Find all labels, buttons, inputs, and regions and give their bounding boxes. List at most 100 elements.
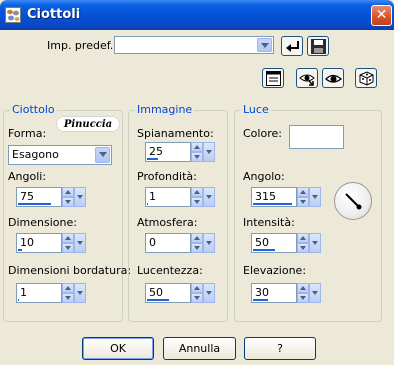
- angle-dial-needle-icon: [345, 193, 362, 210]
- intensita-slider-fill: [253, 249, 275, 251]
- spin-down-icon: [191, 243, 203, 253]
- spin-up-icon: [191, 142, 203, 152]
- atmosfera-label: Atmosfera:: [137, 216, 198, 229]
- colore-swatch[interactable]: [289, 125, 344, 149]
- spin-down-icon: [62, 243, 74, 253]
- intensita-label: Intensità:: [243, 216, 295, 229]
- lucentezza-slider-fill: [147, 299, 169, 301]
- intensita-updown[interactable]: [297, 233, 309, 253]
- atmosfera-input[interactable]: 0: [145, 233, 191, 253]
- forma-value: Esagono: [12, 148, 59, 161]
- atmosfera-updown[interactable]: [191, 233, 203, 253]
- angoli-label: Angoli:: [8, 170, 47, 183]
- elevazione-slider-fill: [253, 299, 268, 301]
- preset-label: Imp. predef.:: [47, 39, 117, 52]
- angoli-dropdown-button[interactable]: [74, 187, 86, 207]
- form-button[interactable]: [262, 68, 284, 88]
- run-button[interactable]: [281, 36, 303, 56]
- eye-button[interactable]: [322, 68, 344, 88]
- intensita-input[interactable]: 50: [251, 233, 297, 253]
- chevron-down-icon: [257, 38, 272, 52]
- luce-group-title: Luce: [241, 103, 271, 116]
- ok-button[interactable]: OK: [82, 337, 154, 360]
- spianamento-spinbox[interactable]: 25: [145, 142, 215, 162]
- randomize-button[interactable]: [355, 68, 377, 88]
- immagine-group-title: Immagine: [135, 103, 195, 116]
- dialog-form-icon: [266, 71, 281, 86]
- window-title: Ciottoli: [27, 7, 81, 22]
- colore-label: Colore:: [243, 127, 282, 140]
- profondita-dropdown-button[interactable]: [203, 187, 215, 207]
- lucentezza-updown[interactable]: [191, 283, 203, 303]
- profondita-updown[interactable]: [191, 187, 203, 207]
- dimensione-slider-fill: [18, 249, 23, 251]
- elevazione-label: Elevazione:: [243, 264, 307, 277]
- angoli-updown[interactable]: [62, 187, 74, 207]
- elevazione-spinbox[interactable]: 30: [251, 283, 321, 303]
- lucentezza-spinbox[interactable]: 50: [145, 283, 215, 303]
- dimensione-dropdown-button[interactable]: [74, 233, 86, 253]
- bordatura-slider-fill: [18, 299, 19, 301]
- pebbles-app-icon: [5, 7, 21, 23]
- elevazione-updown[interactable]: [297, 283, 309, 303]
- angolo-slider-fill: [253, 203, 292, 205]
- lucentezza-input[interactable]: 50: [145, 283, 191, 303]
- spin-up-icon: [297, 283, 309, 293]
- dimensione-updown[interactable]: [62, 233, 74, 253]
- lucentezza-label: Lucentezza:: [137, 264, 203, 277]
- spin-up-icon: [191, 187, 203, 197]
- angoli-input[interactable]: 75: [16, 187, 62, 207]
- preset-select[interactable]: [114, 36, 274, 54]
- ciottolo-group-title: Ciottolo: [10, 103, 57, 116]
- forma-select[interactable]: Esagono: [8, 145, 112, 165]
- dimensione-label: Dimensione:: [8, 216, 77, 229]
- angoli-spinbox[interactable]: 75: [16, 187, 86, 207]
- intensita-dropdown-button[interactable]: [309, 233, 321, 253]
- spin-up-icon: [191, 283, 203, 293]
- spin-up-icon: [62, 187, 74, 197]
- angolo-dropdown-button[interactable]: [309, 187, 321, 207]
- eye-icon: [325, 74, 342, 83]
- angolo-spinbox[interactable]: 315: [251, 187, 321, 207]
- spin-up-icon: [297, 233, 309, 243]
- atmosfera-dropdown-button[interactable]: [203, 233, 215, 253]
- eye-arrow-icon: [299, 74, 315, 86]
- bordatura-label: Dimensioni bordatura:: [8, 264, 132, 277]
- lucentezza-dropdown-button[interactable]: [203, 283, 215, 303]
- angolo-input[interactable]: 315: [251, 187, 297, 207]
- forma-label: Forma:: [8, 127, 47, 140]
- elevazione-dropdown-button[interactable]: [309, 283, 321, 303]
- spianamento-slider-fill: [147, 158, 158, 160]
- pinuccia-watermark: Pinuccia: [56, 116, 120, 132]
- atmosfera-spinbox[interactable]: 0: [145, 233, 215, 253]
- spin-up-icon: [62, 283, 74, 293]
- spin-down-icon: [191, 152, 203, 162]
- ciottoli-dialog: Ciottoli ✕ Imp. predef.: Ciottolo Pinucc…: [0, 0, 394, 365]
- profondita-slider-fill: [147, 203, 148, 205]
- close-icon: ✕: [375, 7, 388, 23]
- bordatura-dropdown-button[interactable]: [74, 283, 86, 303]
- profondita-spinbox[interactable]: 1: [145, 187, 215, 207]
- angolo-updown[interactable]: [297, 187, 309, 207]
- spianamento-updown[interactable]: [191, 142, 203, 162]
- bordatura-input[interactable]: 1: [16, 283, 62, 303]
- angle-dial[interactable]: [334, 182, 372, 220]
- eye-arrow-button[interactable]: [296, 68, 318, 88]
- dimensione-input[interactable]: 10: [16, 233, 62, 253]
- spin-down-icon: [297, 197, 309, 207]
- title-bar[interactable]: Ciottoli ✕: [0, 0, 394, 30]
- elevazione-input[interactable]: 30: [251, 283, 297, 303]
- bordatura-updown[interactable]: [62, 283, 74, 303]
- help-button[interactable]: ?: [244, 337, 316, 360]
- profondita-input[interactable]: 1: [145, 187, 191, 207]
- annulla-button[interactable]: Annulla: [163, 337, 236, 360]
- dimensione-spinbox[interactable]: 10: [16, 233, 86, 253]
- spin-down-icon: [297, 243, 309, 253]
- spianamento-input[interactable]: 25: [145, 142, 191, 162]
- spianamento-dropdown-button[interactable]: [203, 142, 215, 162]
- spin-down-icon: [297, 293, 309, 303]
- save-preset-button[interactable]: [307, 36, 329, 56]
- close-button[interactable]: ✕: [371, 5, 392, 26]
- bordatura-spinbox[interactable]: 1: [16, 283, 86, 303]
- intensita-spinbox[interactable]: 50: [251, 233, 321, 253]
